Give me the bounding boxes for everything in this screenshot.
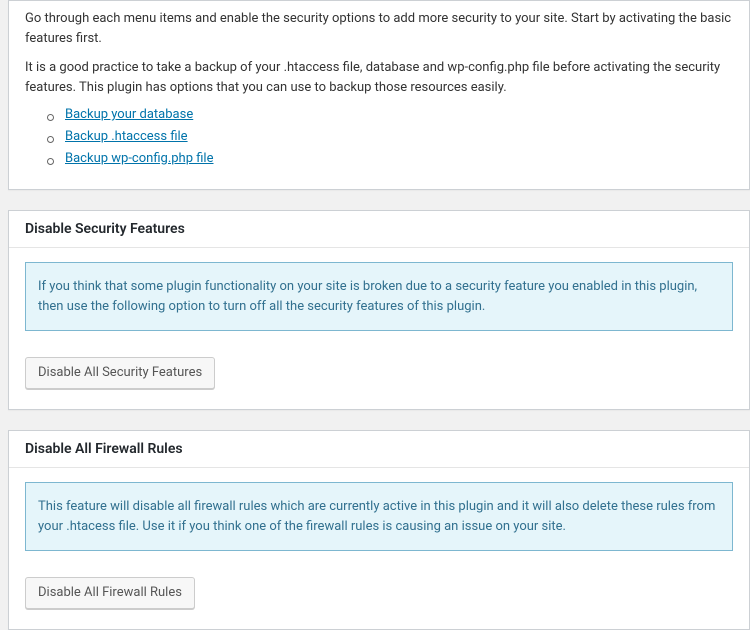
intro-text-1: Go through each menu items and enable th… <box>25 9 733 48</box>
backup-htaccess-link[interactable]: Backup .htaccess file <box>65 129 188 144</box>
disable-firewall-body: This feature will disable all firewall r… <box>9 468 749 629</box>
list-item: Backup .htaccess file <box>47 129 733 144</box>
backup-wpconfig-link[interactable]: Backup wp-config.php file <box>65 151 214 166</box>
disable-security-info: If you think that some plugin functional… <box>25 262 733 331</box>
disable-firewall-panel: Disable All Firewall Rules This feature … <box>8 430 750 630</box>
list-item: Backup wp-config.php file <box>47 151 733 166</box>
list-item: Backup your database <box>47 107 733 122</box>
disable-security-panel: Disable Security Features If you think t… <box>8 210 750 410</box>
backup-database-link[interactable]: Backup your database <box>65 107 193 122</box>
disable-firewall-heading: Disable All Firewall Rules <box>9 431 749 468</box>
intro-text-2: It is a good practice to take a backup o… <box>25 58 733 97</box>
disable-all-firewall-button[interactable]: Disable All Firewall Rules <box>25 577 195 609</box>
backup-links-list: Backup your database Backup .htaccess fi… <box>25 107 733 166</box>
disable-all-security-button[interactable]: Disable All Security Features <box>25 357 215 389</box>
intro-panel: Go through each menu items and enable th… <box>8 0 750 190</box>
disable-security-body: If you think that some plugin functional… <box>9 248 749 409</box>
disable-security-heading: Disable Security Features <box>9 211 749 248</box>
disable-firewall-info: This feature will disable all firewall r… <box>25 482 733 551</box>
